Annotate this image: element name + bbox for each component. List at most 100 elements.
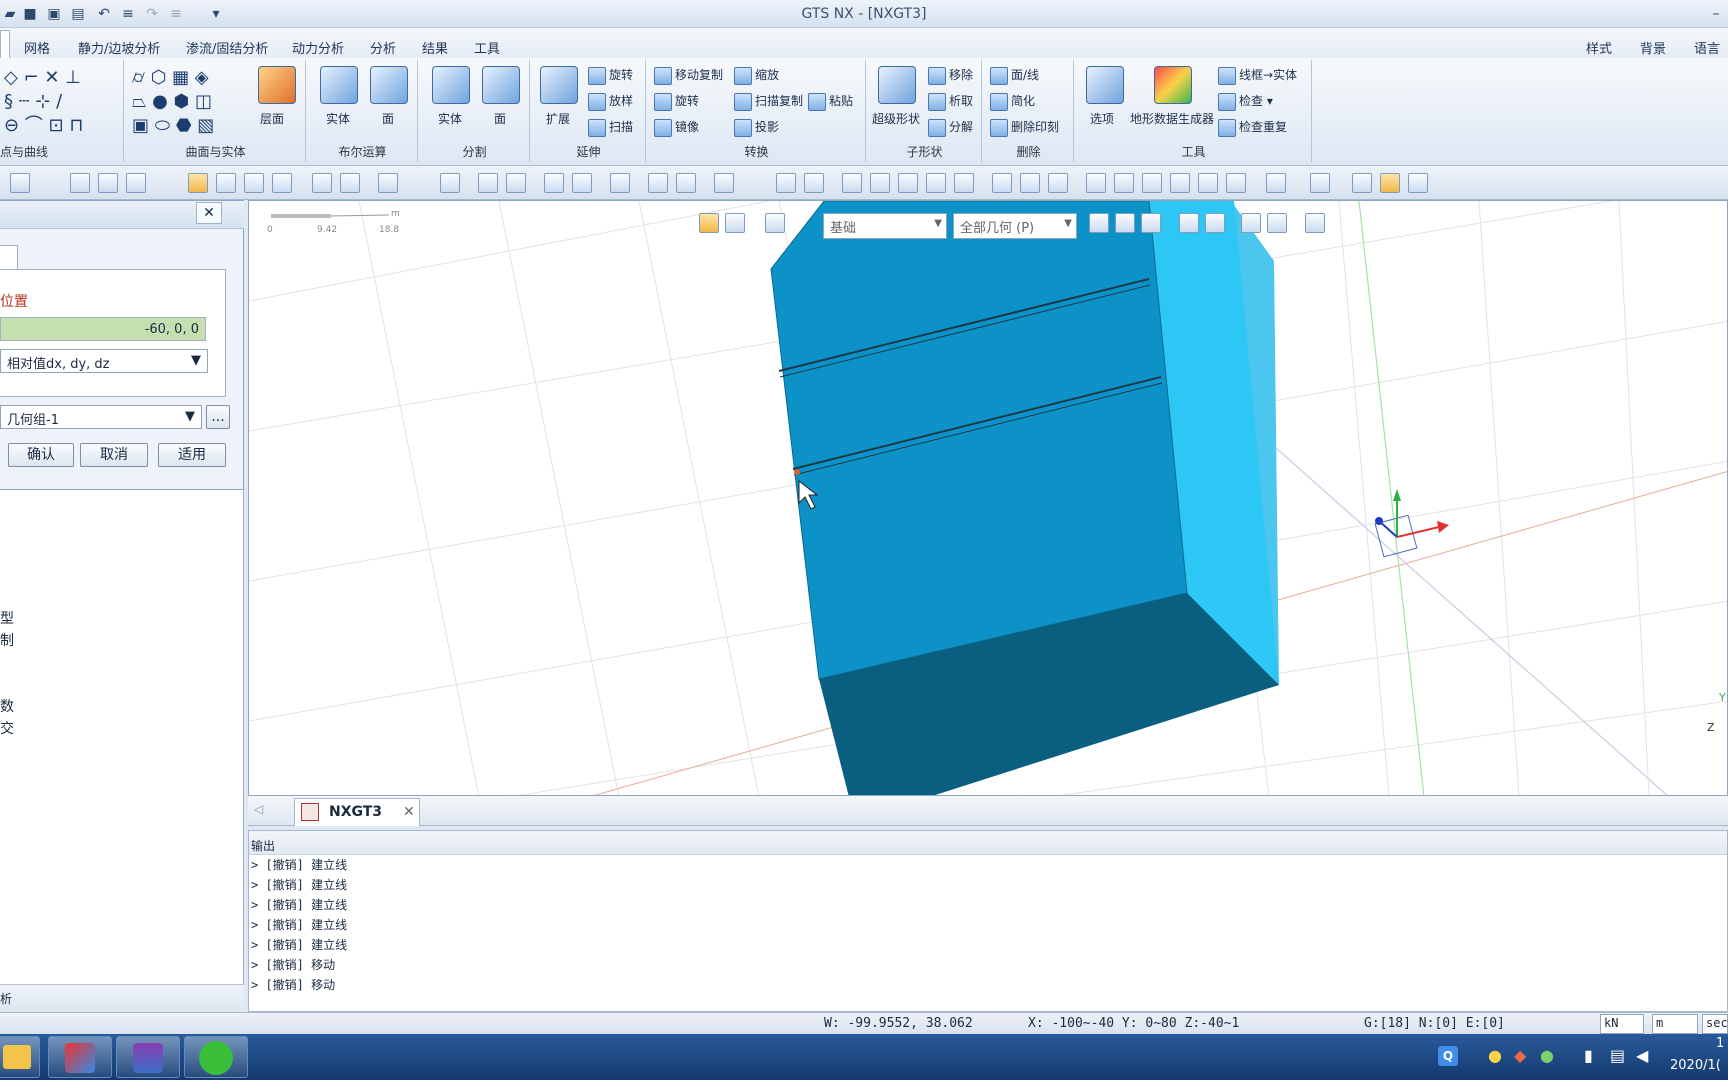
deselect-icon[interactable] — [1179, 213, 1199, 233]
select-mode-icon[interactable] — [98, 173, 118, 193]
project-button[interactable]: 投影 — [734, 118, 779, 137]
ok-button[interactable]: 确认 — [8, 443, 74, 467]
pick-2-icon[interactable] — [725, 213, 745, 233]
browser-taskbar-button[interactable] — [184, 1036, 248, 1078]
cancel-button[interactable]: 取消 — [80, 443, 148, 467]
number-on-icon[interactable] — [544, 173, 564, 193]
time-unit-select[interactable]: sec — [1702, 1014, 1728, 1034]
volume-icon[interactable]: ◀ — [1636, 1046, 1648, 1065]
menu-seepage[interactable]: 渗流/固结分析 — [186, 38, 268, 57]
options-button[interactable]: 选项 — [1090, 110, 1114, 127]
gts-nx-taskbar-button[interactable] — [48, 1036, 112, 1078]
coordinate-input[interactable]: -60, 0, 0 — [0, 317, 206, 341]
gcs-icon[interactable] — [272, 173, 292, 193]
options-icon[interactable] — [1086, 66, 1124, 104]
explorer-button[interactable] — [0, 1036, 40, 1078]
close-tab-icon[interactable]: ✕ — [403, 804, 415, 820]
render-mode-icon[interactable] — [1266, 173, 1286, 193]
pick-record-icon[interactable] — [1241, 213, 1261, 233]
grid-view-icon[interactable] — [992, 173, 1012, 193]
axis-icon[interactable] — [1020, 173, 1040, 193]
layer-button[interactable]: 层面 — [260, 110, 284, 127]
snap-point[interactable] — [794, 469, 800, 475]
rotate-view-icon[interactable] — [898, 173, 918, 193]
menu-background[interactable]: 背景 — [1640, 38, 1666, 57]
element-icon[interactable] — [506, 173, 526, 193]
tray-power-icon[interactable]: ▮ — [1584, 1046, 1593, 1065]
shade-icon[interactable] — [1352, 173, 1372, 193]
zoom-icon[interactable] — [776, 173, 796, 193]
model-canvas[interactable] — [249, 201, 1728, 796]
tab-nxgt3[interactable]: NXGT3 ✕ — [294, 798, 420, 826]
view-top-icon[interactable] — [1226, 173, 1246, 193]
number-off-icon[interactable] — [572, 173, 592, 193]
menu-analysis[interactable]: 分析 — [370, 38, 396, 57]
sweep-button[interactable]: 扫描 — [588, 118, 633, 137]
terrain-generator-icon[interactable] — [1154, 66, 1192, 104]
browse-button[interactable]: ... — [206, 405, 230, 429]
grid-icon[interactable] — [188, 173, 208, 193]
measure-icon[interactable] — [714, 173, 734, 193]
check-duplicates-button[interactable]: 检查重复 — [1218, 118, 1287, 137]
snap-grid-icon[interactable] — [340, 173, 360, 193]
curve-tools-icons[interactable]: ◇ ⌐ ✕ ⊥ § ┄ ⊹ ∕ ⊖ ⌒ ⊡ ⊓ — [4, 66, 120, 136]
tab-scroll-left-icon[interactable]: ◁ — [254, 802, 263, 816]
select-edge-icon[interactable] — [1141, 213, 1161, 233]
select-solid-icon[interactable] — [1089, 213, 1109, 233]
pick-clear-icon[interactable] — [1267, 213, 1287, 233]
toggle-icon[interactable] — [126, 173, 146, 193]
filter-settings-icon[interactable] — [1305, 213, 1325, 233]
extend-icon[interactable] — [540, 66, 578, 104]
scale-button[interactable]: 缩放 — [734, 66, 779, 85]
boolean-face-button[interactable]: 面 — [382, 110, 394, 127]
layer-icon[interactable] — [258, 66, 296, 104]
wcs-icon[interactable] — [244, 173, 264, 193]
super-shape-icon[interactable] — [878, 66, 916, 104]
wireframe-to-solid-button[interactable]: 线框→实体 — [1218, 66, 1297, 85]
menu-language[interactable]: 语言 — [1694, 38, 1720, 57]
active-tab[interactable] — [0, 30, 10, 58]
pick-icon[interactable] — [699, 213, 719, 233]
tree-item[interactable]: 型 — [0, 608, 14, 628]
loft-button[interactable]: 放样 — [588, 92, 633, 111]
pivot-gizmo[interactable] — [1374, 489, 1449, 558]
decompose-button[interactable]: 分解 — [928, 118, 973, 137]
select-filter-icon[interactable] — [70, 173, 90, 193]
menu-static-slope[interactable]: 静力/边坡分析 — [78, 38, 160, 57]
length-unit-select[interactable]: m — [1652, 1014, 1698, 1034]
geometry-select[interactable]: 全部几何 (P) ▼ — [953, 213, 1077, 239]
qq-tray-icon[interactable]: Q — [1438, 1046, 1458, 1066]
close-icon[interactable]: ✕ — [196, 202, 222, 224]
group-select[interactable]: 几何组-1 ▼ — [0, 405, 202, 429]
winrar-taskbar-button[interactable] — [116, 1036, 180, 1078]
select-face-icon[interactable] — [1115, 213, 1135, 233]
tray-sun-icon[interactable]: ● — [1488, 1046, 1502, 1065]
boolean-solid-icon[interactable] — [320, 66, 358, 104]
menu-tools[interactable]: 工具 — [474, 38, 500, 57]
view-front-icon[interactable] — [1114, 173, 1134, 193]
rotate-view-2-icon[interactable] — [926, 173, 946, 193]
split-solid-button[interactable]: 实体 — [438, 110, 462, 127]
zoom-dynamic-icon[interactable] — [870, 173, 890, 193]
filter-icon[interactable] — [765, 213, 785, 233]
work-plane-icon[interactable] — [216, 173, 236, 193]
tray-browser-icon[interactable]: ● — [1540, 1046, 1554, 1065]
menu-dynamic[interactable]: 动力分析 — [292, 38, 344, 57]
delete-imprint-button[interactable]: 删除印刻 — [990, 118, 1059, 137]
node-icon[interactable] — [478, 173, 498, 193]
minimize-icon[interactable]: – — [1706, 4, 1726, 24]
base-select[interactable]: 基础 ▼ — [823, 213, 947, 239]
rotate-button[interactable]: 旋转 — [654, 92, 699, 111]
simplify-button[interactable]: 简化 — [990, 92, 1035, 111]
hash-icon[interactable] — [378, 173, 398, 193]
boolean-face-icon[interactable] — [370, 66, 408, 104]
select-all-icon[interactable] — [1205, 213, 1225, 233]
tree-item[interactable]: 制 — [0, 630, 14, 650]
wireframe-icon[interactable] — [1408, 173, 1428, 193]
revolve-button[interactable]: 旋转 — [588, 66, 633, 85]
tree-item[interactable]: 交 — [0, 718, 14, 738]
remove-button[interactable]: 移除 — [928, 66, 973, 85]
extract-button[interactable]: 析取 — [928, 92, 973, 111]
curve-graph-icon[interactable] — [676, 173, 696, 193]
apply-button[interactable]: 适用 — [158, 443, 226, 467]
